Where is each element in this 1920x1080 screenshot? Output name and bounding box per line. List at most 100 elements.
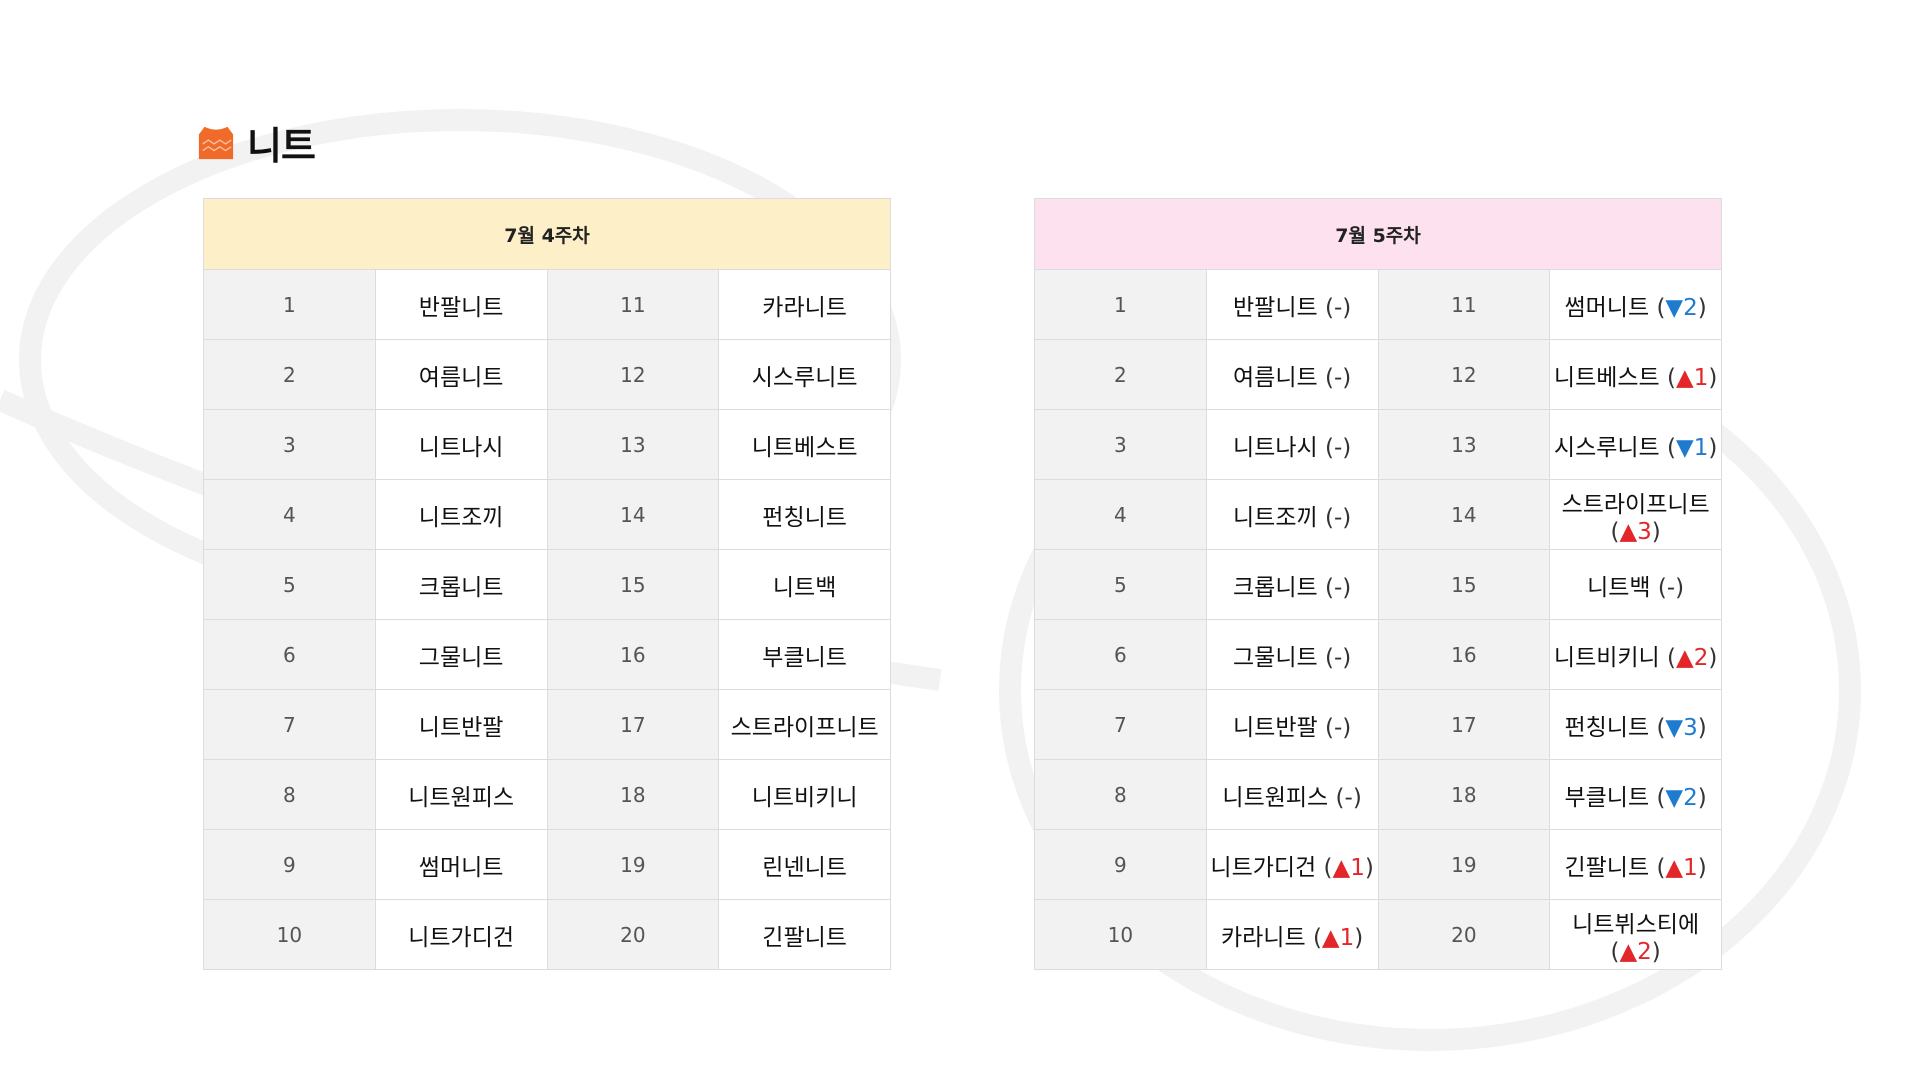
rank-number: 13 xyxy=(546,409,720,480)
rank-change: (-) xyxy=(1324,364,1352,391)
change-value: - xyxy=(1344,784,1353,811)
rank-change: (▲2) xyxy=(1610,938,1661,965)
table-row: 10 니트가디건 20 긴팔니트 xyxy=(203,899,891,970)
item-name: 여름니트 xyxy=(374,339,548,410)
item-name: 썸머니트 xyxy=(1564,294,1650,321)
rank-change: (-) xyxy=(1657,574,1685,601)
rank-number: 2 xyxy=(203,339,376,410)
item-name: 부클니트 xyxy=(718,619,891,690)
item-name: 여름니트 xyxy=(1233,364,1318,391)
item-name: 긴팔니트 xyxy=(718,899,891,970)
item-name: 린넨니트 xyxy=(718,829,891,900)
table-row: 7 니트반팔 (-) 17 펀칭니트 (▼3) xyxy=(1034,689,1722,760)
change-value: 2 xyxy=(1637,938,1652,965)
item-name: 니트가디건 xyxy=(1210,854,1317,881)
change-value: - xyxy=(1333,364,1343,391)
change-value: 2 xyxy=(1683,294,1698,321)
table-row: 7 니트반팔 17 스트라이프니트 xyxy=(203,689,891,760)
table-row: 1 반팔니트 11 카라니트 xyxy=(203,269,891,340)
rank-number: 13 xyxy=(1377,409,1551,480)
item-name: 니트원피스 xyxy=(1222,784,1329,811)
item-name: 스트라이프니트 xyxy=(718,689,891,760)
rank-number: 15 xyxy=(1377,549,1551,620)
sweater-icon xyxy=(198,126,234,160)
item-name: 니트비키니 xyxy=(1553,644,1660,671)
table-row: 4 니트조끼 14 펀칭니트 xyxy=(203,479,891,550)
rank-change: (-) xyxy=(1324,294,1352,321)
rank-number: 19 xyxy=(546,829,720,900)
item-with-change: 니트백 (-) xyxy=(1549,549,1722,620)
rank-change: (▲1) xyxy=(1323,854,1374,881)
change-value: 3 xyxy=(1637,518,1652,545)
rank-change: (-) xyxy=(1324,504,1352,531)
item-with-change: 카라니트 (▲1) xyxy=(1205,899,1379,970)
table-row: 5 크롭니트 (-) 15 니트백 (-) xyxy=(1034,549,1722,620)
item-with-change: 시스루니트 (▼1) xyxy=(1549,409,1722,480)
item-name: 니트나시 xyxy=(374,409,548,480)
week5-ranking-table: 7월 5주차 1 반팔니트 (-) 11 썸머니트 (▼2) 2 여름니트 (-) 12 니트… xyxy=(1034,198,1722,970)
week5-header: 7월 5주차 xyxy=(1034,198,1722,270)
rank-change: (▼2) xyxy=(1656,784,1707,811)
week4-ranking-table: 7월 4주차 1 반팔니트 11 카라니트 2 여름니트 12 시스루니트 3 니트나시 13 니트베… xyxy=(203,198,891,970)
rank-number: 8 xyxy=(203,759,376,830)
item-with-change: 크롭니트 (-) xyxy=(1205,549,1379,620)
table-row: 3 니트나시 13 니트베스트 xyxy=(203,409,891,480)
rank-number: 3 xyxy=(203,409,376,480)
item-with-change: 니트원피스 (-) xyxy=(1205,759,1379,830)
item-with-change: 반팔니트 (-) xyxy=(1205,269,1379,340)
item-with-change: 그물니트 (-) xyxy=(1205,619,1379,690)
triangle-up-icon: ▲ xyxy=(1332,854,1351,881)
triangle-down-icon: ▼ xyxy=(1665,784,1684,811)
change-value: - xyxy=(1333,714,1343,741)
rank-number: 14 xyxy=(1377,479,1551,550)
change-value: - xyxy=(1333,504,1343,531)
triangle-up-icon: ▲ xyxy=(1676,364,1694,391)
change-value: - xyxy=(1333,574,1343,601)
rank-change: (-) xyxy=(1324,434,1352,461)
item-name: 펀칭니트 xyxy=(1564,714,1650,741)
table-row: 5 크롭니트 15 니트백 xyxy=(203,549,891,620)
item-with-change: 니트가디건 (▲1) xyxy=(1205,829,1379,900)
rank-change: (▼3) xyxy=(1656,714,1707,741)
item-name: 니트백 xyxy=(718,549,891,620)
rank-number: 20 xyxy=(1377,899,1551,970)
item-name: 그물니트 xyxy=(374,619,548,690)
page-header: 니트 xyxy=(197,118,316,168)
rank-number: 5 xyxy=(203,549,376,620)
change-value: 1 xyxy=(1693,434,1709,461)
item-name: 니트조끼 xyxy=(374,479,548,550)
item-with-change: 니트비키니 (▲2) xyxy=(1549,619,1722,690)
item-name: 반팔니트 xyxy=(374,269,548,340)
rank-number: 12 xyxy=(1377,339,1551,410)
table-row: 9 썸머니트 19 린넨니트 xyxy=(203,829,891,900)
item-with-change: 니트베스트 (▲1) xyxy=(1549,339,1722,410)
rank-change: (-) xyxy=(1335,784,1362,811)
rank-number: 17 xyxy=(1377,689,1551,760)
item-with-change: 펀칭니트 (▼3) xyxy=(1549,689,1722,760)
rank-number: 16 xyxy=(1377,619,1551,690)
change-value: 1 xyxy=(1339,924,1355,951)
item-name: 니트반팔 xyxy=(1233,714,1318,741)
table-row: 6 그물니트 (-) 16 니트비키니 (▲2) xyxy=(1034,619,1722,690)
change-value: 1 xyxy=(1683,854,1698,881)
rank-change: (▲2) xyxy=(1667,644,1718,671)
item-with-change: 스트라이프니트 (▲3) xyxy=(1549,479,1722,550)
rank-change: (▲1) xyxy=(1667,364,1718,391)
item-name: 시스루니트 xyxy=(718,339,891,410)
item-name: 스트라이프니트 xyxy=(1561,491,1710,518)
item-with-change: 썸머니트 (▼2) xyxy=(1549,269,1722,340)
rank-number: 2 xyxy=(1034,339,1207,410)
change-value: 1 xyxy=(1693,364,1709,391)
rank-number: 20 xyxy=(546,899,720,970)
table-row: 10 카라니트 (▲1) 20 니트뷔스티에 (▲2) xyxy=(1034,899,1722,970)
rank-number: 4 xyxy=(203,479,376,550)
triangle-down-icon: ▼ xyxy=(1665,714,1684,741)
rank-change: (▲1) xyxy=(1656,854,1707,881)
rank-change: (▲1) xyxy=(1312,924,1364,951)
item-with-change: 긴팔니트 (▲1) xyxy=(1549,829,1722,900)
item-name: 카라니트 xyxy=(718,269,891,340)
table-row: 8 니트원피스 18 니트비키니 xyxy=(203,759,891,830)
rank-number: 3 xyxy=(1034,409,1207,480)
item-name: 긴팔니트 xyxy=(1564,854,1650,881)
item-name: 니트가디건 xyxy=(374,899,548,970)
